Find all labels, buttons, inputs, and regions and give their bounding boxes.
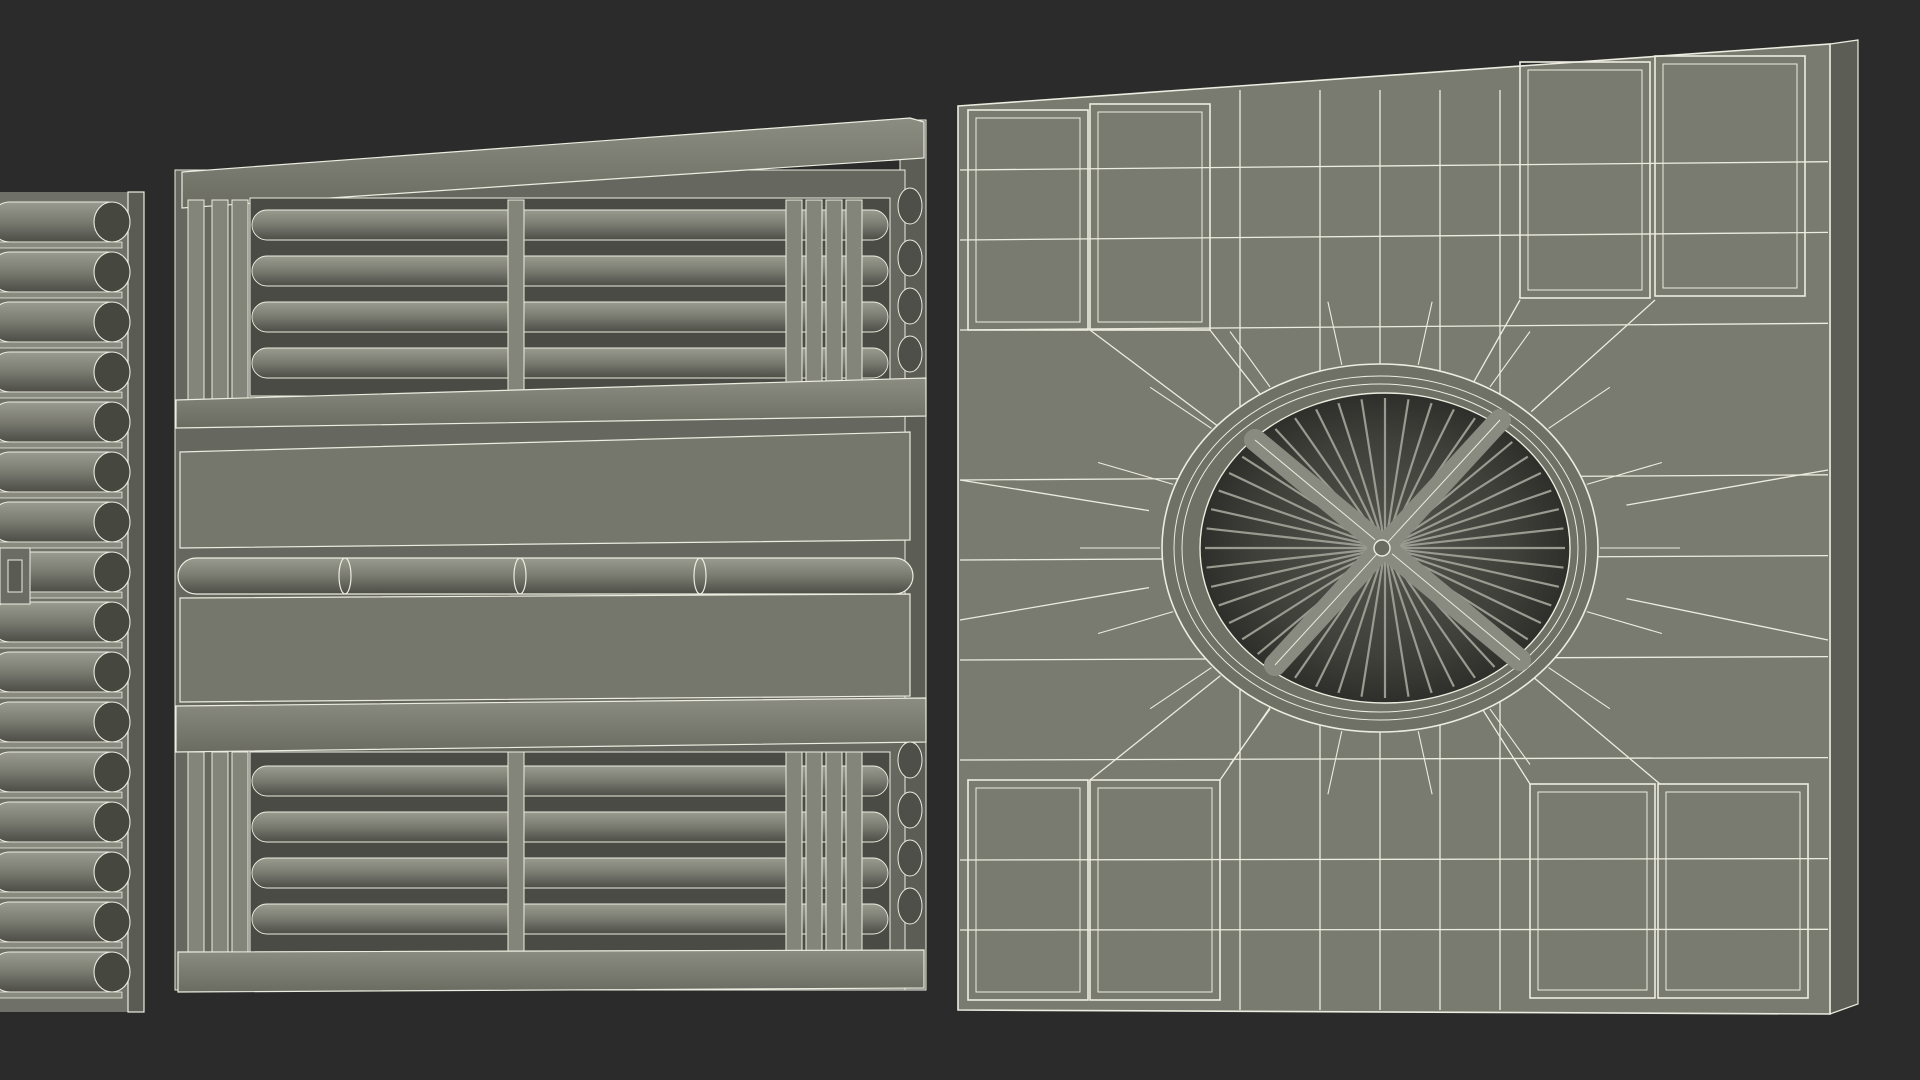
vertical-post — [805, 199, 823, 401]
vertical-post — [211, 199, 229, 401]
vertical-post — [231, 751, 249, 953]
left-tube-end — [93, 351, 131, 393]
vertical-post — [845, 751, 863, 953]
left-tube-end — [93, 301, 131, 343]
left-tube-divider — [0, 691, 123, 699]
side-pipe-end — [897, 239, 923, 277]
left-center-block — [0, 547, 31, 605]
upper-flat-band — [179, 431, 911, 549]
left-tube-end — [93, 501, 131, 543]
left-tube-end — [93, 901, 131, 943]
left-tube-divider — [0, 541, 123, 549]
left-tube-divider — [0, 641, 123, 649]
side-pipe-end — [897, 741, 923, 779]
vertical-post — [211, 751, 229, 953]
side-pipe-end — [897, 287, 923, 325]
vertical-post — [507, 199, 525, 401]
side-pipe-end — [897, 187, 923, 225]
left-tube-divider — [0, 841, 123, 849]
left-tube-end — [93, 751, 131, 793]
center-pipe — [177, 557, 914, 595]
render-viewport — [0, 0, 1920, 1080]
left-tube-end — [93, 651, 131, 693]
left-tube-divider — [0, 391, 123, 399]
left-tube-divider — [0, 241, 123, 249]
vertical-post — [845, 199, 863, 401]
side-pipe-end — [897, 839, 923, 877]
middle-pipe-panel — [174, 117, 927, 993]
left-tube-divider — [0, 941, 123, 949]
grid-h — [959, 928, 1829, 931]
left-tube-end — [93, 701, 131, 743]
left-panel-edge — [127, 191, 145, 1013]
left-tube-divider — [0, 291, 123, 299]
left-tube-end — [93, 951, 131, 993]
vertical-post — [825, 751, 843, 953]
vertical-post — [187, 199, 205, 401]
left-tube-end — [93, 401, 131, 443]
left-tube-divider — [0, 891, 123, 899]
left-tube-divider — [0, 441, 123, 449]
left-tube-divider — [0, 741, 123, 749]
left-tube-end — [93, 801, 131, 843]
vertical-post — [507, 751, 525, 953]
left-tube-end — [93, 601, 131, 643]
side-pipe-end — [897, 887, 923, 925]
left-tube-divider — [0, 341, 123, 349]
vertical-post — [785, 751, 803, 953]
vertical-post — [825, 199, 843, 401]
left-tube-end — [93, 851, 131, 893]
left-tube-end — [93, 201, 131, 243]
fan-hub — [1373, 539, 1391, 557]
side-pipe-end — [897, 335, 923, 373]
vertical-post — [785, 199, 803, 401]
lower-flat-band — [179, 593, 911, 703]
render-canvas — [0, 39, 1859, 1015]
left-tube-end — [93, 251, 131, 293]
left-tube-end — [93, 451, 131, 493]
right-panel-side — [1829, 39, 1859, 1015]
vertical-post — [805, 751, 823, 953]
side-pipe-end — [897, 791, 923, 829]
left-tube-end — [93, 551, 131, 593]
left-tube-divider — [0, 791, 123, 799]
left-tube-panel — [0, 191, 145, 1013]
vertical-post — [231, 199, 249, 401]
middle-bottom-bar — [177, 949, 925, 993]
right-fan-panel — [957, 39, 1859, 1015]
left-tube-divider — [0, 491, 123, 499]
lower-rail — [175, 697, 927, 753]
vertical-post — [187, 751, 205, 953]
left-tube-divider — [0, 991, 123, 999]
fan-vent — [1161, 363, 1599, 733]
